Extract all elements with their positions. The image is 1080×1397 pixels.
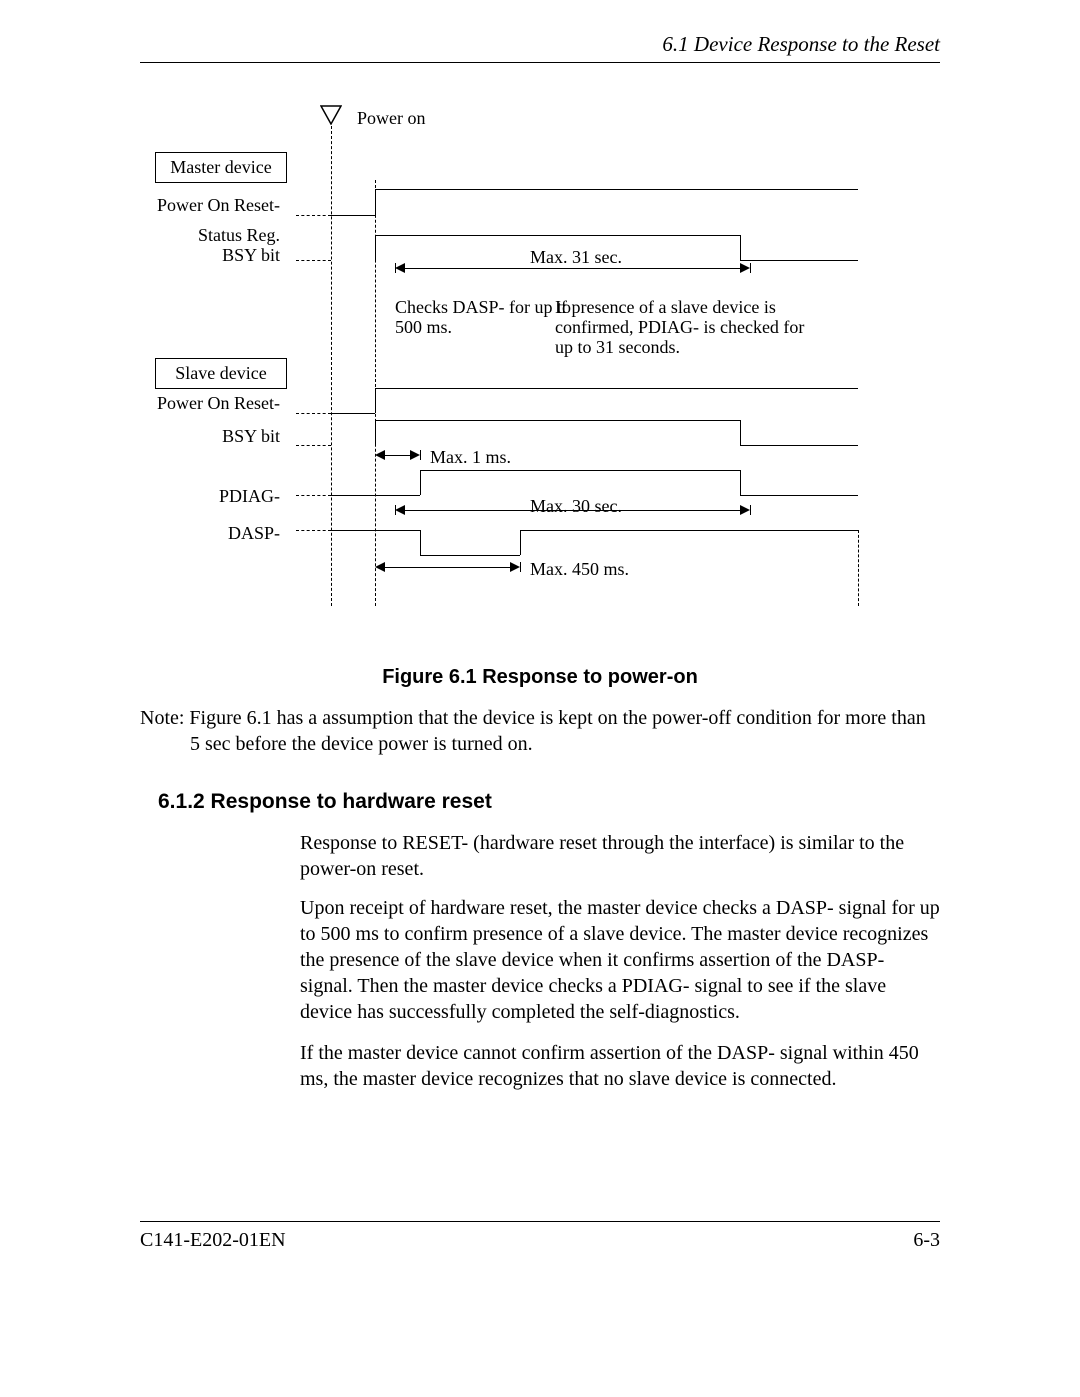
arrow-right-icon: [510, 562, 520, 572]
dasp-hi2: [520, 530, 858, 531]
note-block: Note: Figure 6.1 has a assumption that t…: [140, 705, 940, 757]
arrow-left-icon: [375, 450, 385, 460]
dasp-leader: [296, 530, 331, 531]
dasp-edge2: [520, 530, 521, 555]
slave-por-leader: [296, 413, 331, 414]
arrow-left-icon: [375, 562, 385, 572]
max1-label: Max. 1 ms.: [430, 446, 511, 468]
if-presence-2: confirmed, PDIAG- is checked for: [555, 316, 835, 338]
master-status-label-1: Status Reg.: [150, 224, 280, 246]
footer-rule: [140, 1221, 940, 1222]
tick: [395, 505, 396, 515]
master-bsy-edge2: [740, 235, 741, 260]
checks-dasp-1: Checks DASP- for up to: [395, 296, 575, 318]
master-por-high: [375, 189, 858, 190]
paragraph-1: Response to RESET- (hardware reset throu…: [300, 830, 940, 882]
master-por-low: [331, 215, 375, 216]
figure-caption: Figure 6.1 Response to power-on: [0, 666, 1080, 689]
master-device-box: Master device: [155, 152, 287, 183]
arrow-left-icon: [395, 263, 405, 273]
pdiag-edge2: [740, 470, 741, 495]
ref-line-right: [858, 530, 859, 606]
master-bsy-leader: [296, 260, 331, 261]
dasp-hi1: [331, 530, 420, 531]
if-presence-3: up to 31 seconds.: [555, 336, 835, 358]
ref-line-t0: [331, 126, 332, 606]
power-on-marker-icon: [320, 105, 342, 125]
slave-por-edge: [375, 388, 376, 413]
master-status-label-2: BSY bit: [150, 244, 280, 266]
slave-bsy-edge1: [375, 420, 376, 445]
dasp-edge1: [420, 530, 421, 555]
dasp-label: DASP-: [150, 522, 280, 544]
pdiag-hi2: [740, 495, 858, 496]
tick: [520, 562, 521, 572]
pdiag-label: PDIAG-: [150, 485, 280, 507]
pdiag-leader: [296, 495, 331, 496]
pdiag-edge1: [420, 470, 421, 495]
tick: [750, 505, 751, 515]
arrow-right-icon: [740, 263, 750, 273]
tick: [750, 263, 751, 273]
slave-por-high: [375, 388, 858, 389]
master-bsy-high: [375, 235, 740, 236]
slave-device-box: Slave device: [155, 358, 287, 389]
slave-bsy-low: [740, 445, 858, 446]
master-por-edge: [375, 189, 376, 215]
tick: [420, 450, 421, 460]
footer-page-number: 6-3: [913, 1229, 940, 1252]
slave-por-low: [331, 413, 375, 414]
slave-bsy-label: BSY bit: [150, 425, 280, 447]
timing-diagram: Power on Master device Power On Reset- S…: [0, 0, 1080, 620]
arrow-right-icon: [740, 505, 750, 515]
note-line-2: 5 sec before the device power is turned …: [140, 733, 533, 755]
master-bsy-low: [740, 260, 858, 261]
arrow-left-icon: [395, 505, 405, 515]
slave-bsy-high: [375, 420, 740, 421]
pdiag-low: [420, 470, 740, 471]
dasp-low: [420, 555, 520, 556]
arrow-right-icon: [410, 450, 420, 460]
tick: [395, 263, 396, 273]
note-line-1: Note: Figure 6.1 has a assumption that t…: [140, 707, 926, 729]
master-por-label: Power On Reset-: [150, 194, 280, 216]
master-bsy-edge1: [375, 235, 376, 260]
max450-span: [385, 567, 510, 568]
slave-bsy-leader: [296, 445, 331, 446]
max30-label: Max. 30 sec.: [530, 495, 622, 517]
paragraph-3: If the master device cannot confirm asse…: [300, 1040, 940, 1092]
paragraph-2: Upon receipt of hardware reset, the mast…: [300, 895, 940, 1025]
section-heading: 6.1.2 Response to hardware reset: [158, 790, 492, 814]
master-por-leader: [296, 215, 331, 216]
if-presence-1: If presence of a slave device is: [555, 296, 835, 318]
page: 6.1 Device Response to the Reset Power o…: [0, 0, 1080, 1397]
checks-dasp-2: 500 ms.: [395, 316, 575, 338]
footer-doc-id: C141-E202-01EN: [140, 1229, 286, 1252]
slave-bsy-edge2: [740, 420, 741, 445]
power-on-label: Power on: [357, 107, 426, 129]
max31-label: Max. 31 sec.: [530, 246, 622, 268]
max31-span: [405, 268, 740, 269]
pdiag-hi1: [331, 495, 420, 496]
max450-label: Max. 450 ms.: [530, 558, 629, 580]
slave-por-label: Power On Reset-: [150, 392, 280, 414]
